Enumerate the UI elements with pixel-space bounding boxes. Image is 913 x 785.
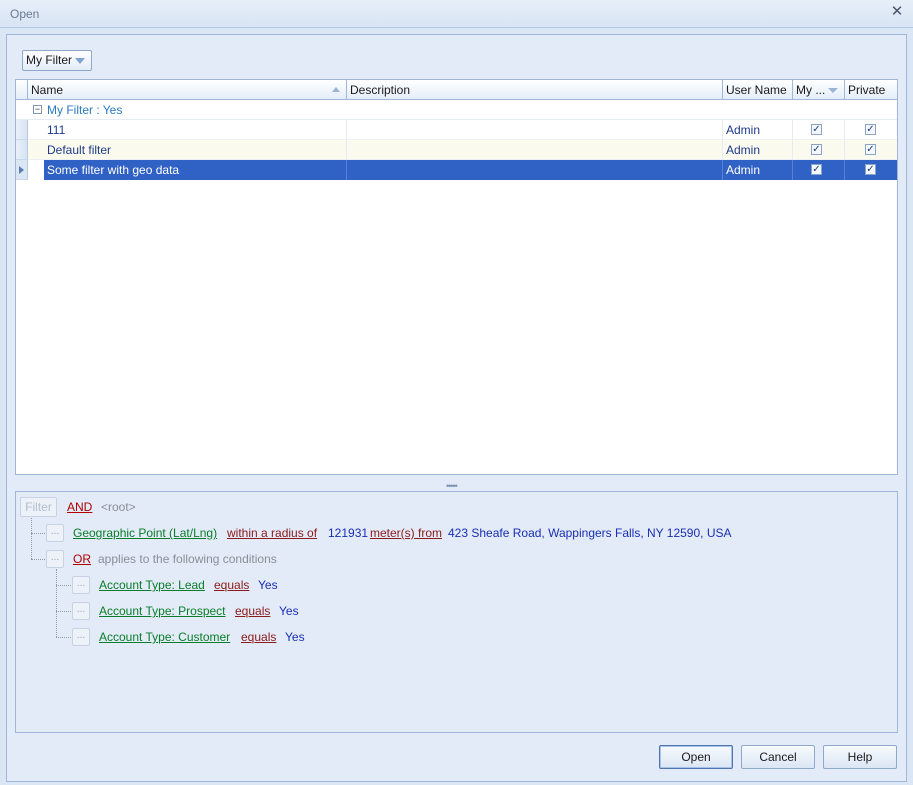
column-header-name-label: Name xyxy=(31,83,64,97)
cell-name: 111 xyxy=(44,120,347,140)
checkbox-private[interactable]: ✓ xyxy=(865,124,876,135)
column-filter-icon[interactable] xyxy=(828,88,838,93)
cell-name: Some filter with geo data xyxy=(44,160,347,180)
cell-description xyxy=(347,140,723,160)
tree-line xyxy=(56,637,71,638)
cell-my: ✓ xyxy=(793,140,845,160)
group-menu-button[interactable]: ... xyxy=(46,550,64,568)
filter-dropdown[interactable]: My Filter xyxy=(22,50,92,71)
condition-address[interactable]: 423 Sheafe Road, Wappingers Falls, NY 12… xyxy=(448,526,732,540)
cancel-button[interactable]: Cancel xyxy=(741,745,815,769)
condition-menu-button[interactable]: ... xyxy=(72,628,90,646)
column-header-name[interactable]: Name xyxy=(28,80,347,100)
condition-operator[interactable]: equals xyxy=(241,630,276,644)
cell-username: Admin xyxy=(723,140,793,160)
table-row[interactable]: 111 Admin ✓ ✓ xyxy=(16,120,897,140)
condition-menu-button[interactable]: ... xyxy=(72,576,90,594)
condition-operator[interactable]: equals xyxy=(235,604,270,618)
close-icon[interactable]: ✕ xyxy=(889,4,905,20)
row-indicator[interactable] xyxy=(16,120,28,140)
cell-username: Admin xyxy=(723,120,793,140)
checkbox-my[interactable]: ✓ xyxy=(811,144,822,155)
root-operator[interactable]: AND xyxy=(67,500,92,514)
condition-unit[interactable]: meter(s) from xyxy=(370,526,442,540)
column-header-private[interactable]: Private xyxy=(845,80,897,100)
condition-menu-button[interactable]: ... xyxy=(46,524,64,542)
group-row[interactable]: − My Filter : Yes xyxy=(16,100,897,120)
checkbox-my[interactable]: ✓ xyxy=(811,164,822,175)
header-indicator xyxy=(16,80,28,100)
column-header-my-label: My ... xyxy=(796,83,826,97)
filters-grid: Name Description User Name My ... Privat… xyxy=(15,79,898,475)
cell-name: Default filter xyxy=(44,140,347,160)
column-header-username[interactable]: User Name xyxy=(723,80,793,100)
condition-field[interactable]: Account Type: Lead xyxy=(99,578,205,592)
column-header-description[interactable]: Description xyxy=(347,80,723,100)
cell-private: ✓ xyxy=(845,160,897,180)
group-operator[interactable]: OR xyxy=(73,552,91,566)
grid-header: Name Description User Name My ... Privat… xyxy=(16,80,897,100)
column-header-username-label: User Name xyxy=(726,83,787,97)
cell-private: ✓ xyxy=(845,140,897,160)
condition-value[interactable]: 121931 xyxy=(328,526,368,540)
cell-description xyxy=(347,160,723,180)
condition-field[interactable]: Geographic Point (Lat/Lng) xyxy=(73,526,217,540)
current-row-icon xyxy=(19,166,24,174)
table-row[interactable]: Default filter Admin ✓ ✓ xyxy=(16,140,897,160)
condition-value[interactable]: Yes xyxy=(279,604,299,618)
checkbox-my[interactable]: ✓ xyxy=(811,124,822,135)
group-label: My Filter : Yes xyxy=(47,103,123,117)
chevron-down-icon xyxy=(75,58,85,64)
filter-root-button[interactable]: Filter xyxy=(20,497,57,517)
tree-line xyxy=(56,585,71,586)
condition-operator[interactable]: equals xyxy=(214,578,249,592)
condition-value[interactable]: Yes xyxy=(258,578,278,592)
condition-value[interactable]: Yes xyxy=(285,630,305,644)
tree-line xyxy=(56,569,57,637)
condition-field[interactable]: Account Type: Customer xyxy=(99,630,230,644)
tree-line xyxy=(31,559,45,560)
checkbox-private[interactable]: ✓ xyxy=(865,164,876,175)
table-row-selected[interactable]: Some filter with geo data Admin ✓ ✓ xyxy=(16,160,897,180)
filter-dropdown-label: My Filter xyxy=(26,53,72,67)
cell-my: ✓ xyxy=(793,120,845,140)
splitter-grip[interactable]: ••••• xyxy=(446,481,458,491)
row-indicator[interactable] xyxy=(16,140,28,160)
tree-line xyxy=(31,518,32,559)
column-header-description-label: Description xyxy=(350,83,411,97)
help-button[interactable]: Help xyxy=(823,745,897,769)
row-indicator[interactable] xyxy=(16,160,28,180)
cell-private: ✓ xyxy=(845,120,897,140)
open-button[interactable]: Open xyxy=(659,745,733,769)
collapse-icon[interactable]: − xyxy=(33,105,42,114)
window-title: Open xyxy=(10,7,40,21)
condition-field[interactable]: Account Type: Prospect xyxy=(99,604,226,618)
title-bar: Open ✕ xyxy=(0,0,913,28)
root-label: <root> xyxy=(101,500,136,514)
tree-line xyxy=(56,611,71,612)
condition-operator[interactable]: within a radius of xyxy=(227,526,317,540)
cell-my: ✓ xyxy=(793,160,845,180)
cell-username: Admin xyxy=(723,160,793,180)
cell-description xyxy=(347,120,723,140)
condition-menu-button[interactable]: ... xyxy=(72,602,90,620)
checkbox-private[interactable]: ✓ xyxy=(865,144,876,155)
tree-line xyxy=(31,533,45,534)
column-header-private-label: Private xyxy=(848,83,886,97)
column-header-my[interactable]: My ... xyxy=(793,80,845,100)
group-label: applies to the following conditions xyxy=(98,552,277,566)
sort-ascending-icon xyxy=(332,87,340,92)
